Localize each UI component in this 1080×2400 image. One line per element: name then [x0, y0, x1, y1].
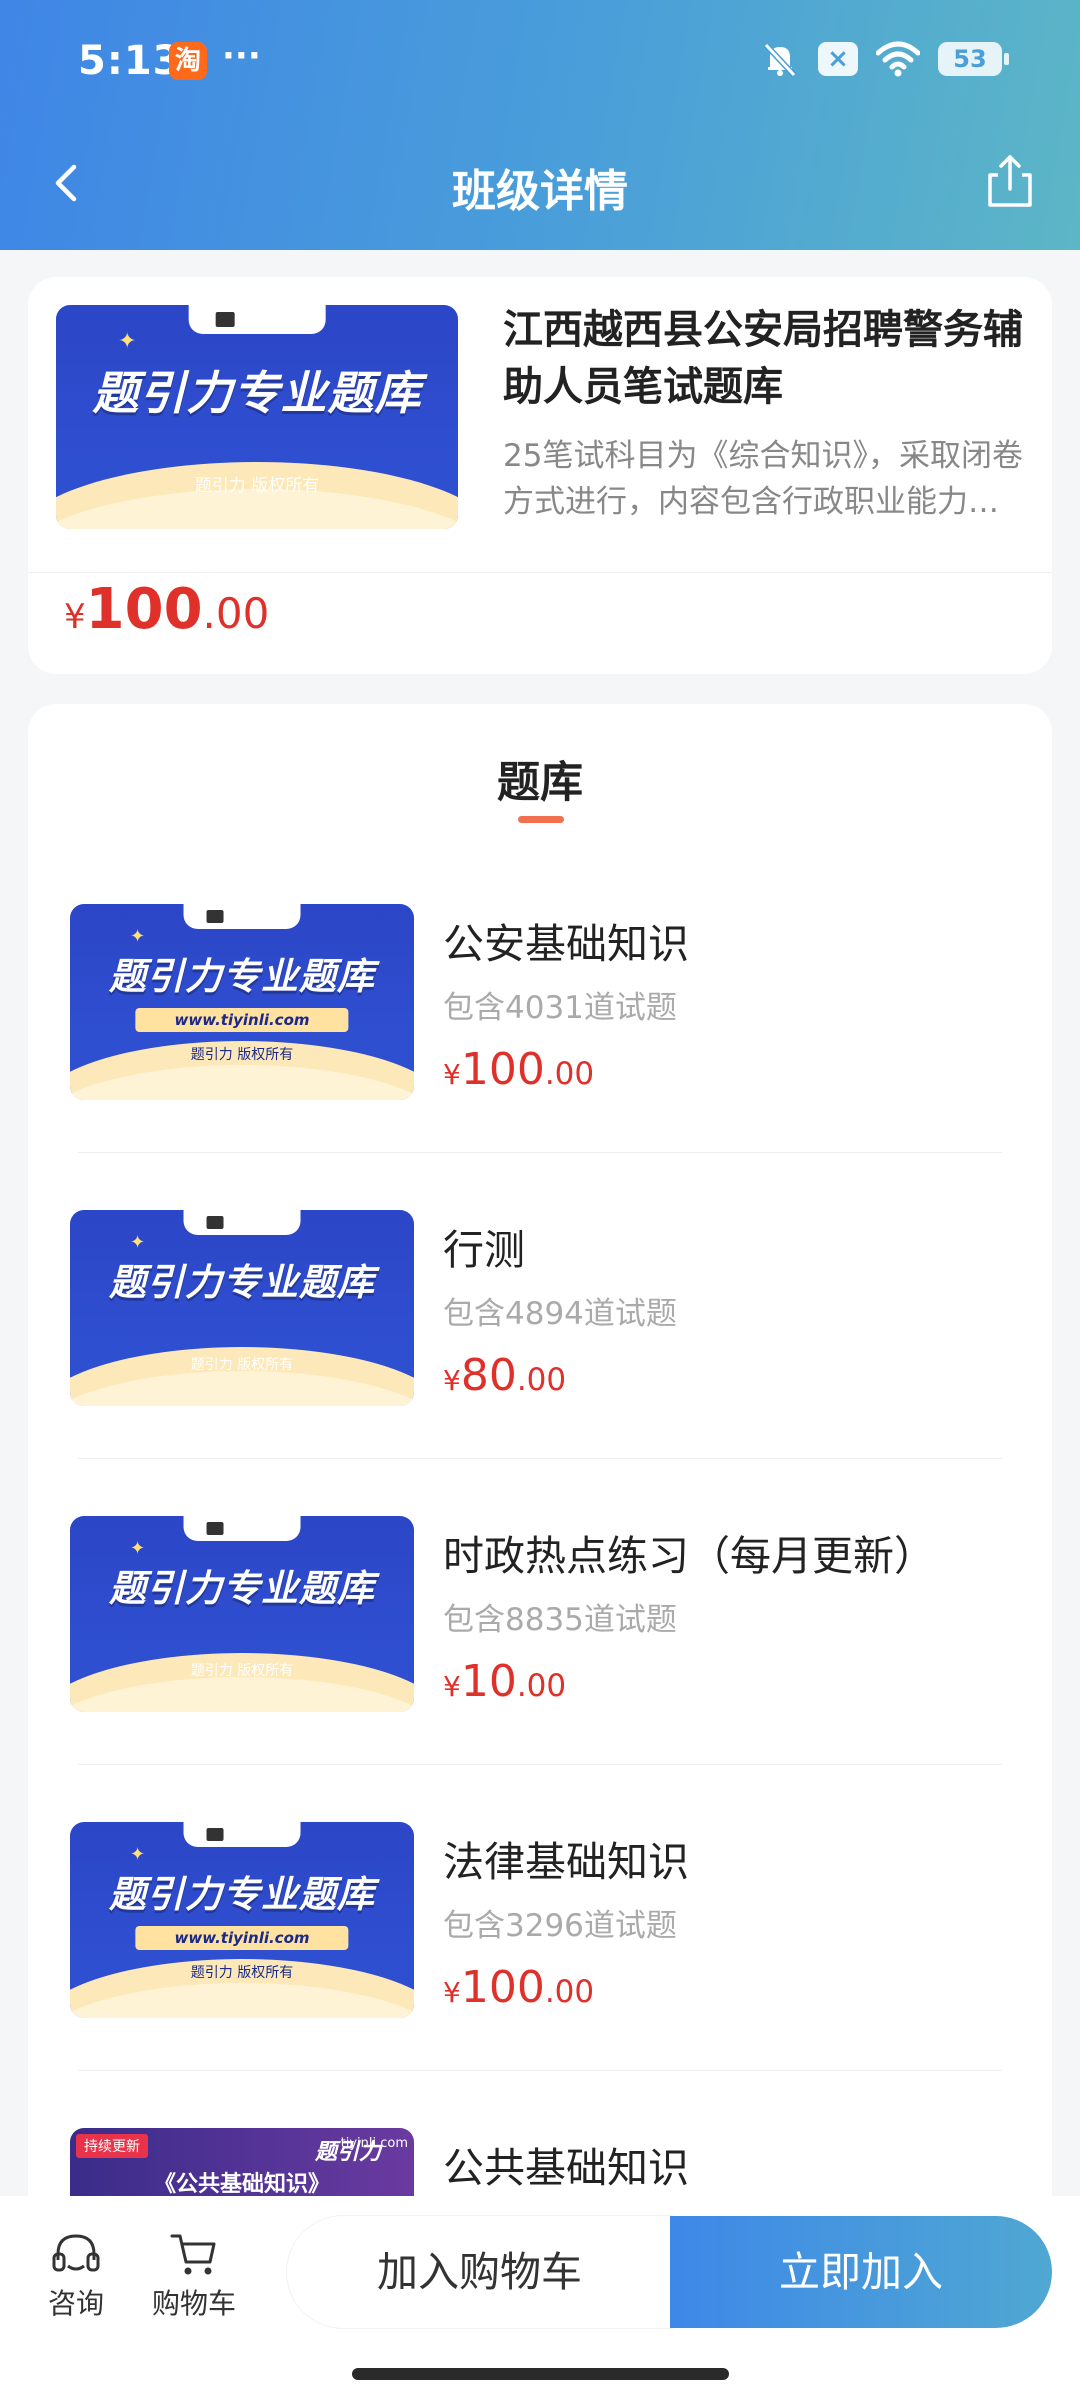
- banner-headline: 题引力专业题库: [109, 955, 375, 998]
- price-symbol: ¥: [443, 1670, 461, 1703]
- consult-label: 咨询: [47, 2287, 104, 2320]
- star-icon: ✦: [130, 1844, 146, 1865]
- banner-headline: 题引力专业题库: [109, 1261, 375, 1304]
- share-icon[interactable]: [978, 149, 1042, 213]
- banner-headline: 题引力专业题库: [92, 366, 422, 420]
- shopping-cart-icon: [170, 2234, 216, 2275]
- wifi-icon: [876, 41, 920, 77]
- close-badge-icon: ×: [818, 42, 858, 76]
- more-notifications-icon: ···: [222, 36, 261, 76]
- banner-url: tiyinli.com: [340, 2136, 408, 2151]
- divider: [78, 1764, 1002, 1765]
- course-description: 25笔试科目为《综合知识》，采取闭卷方式进行，内容包含行政职业能力测验、公安基础…: [503, 438, 1023, 520]
- item-name: 法律基础知识: [443, 1838, 689, 1886]
- banner-logo-tab: [183, 1210, 301, 1236]
- consult-button[interactable]: 咨询: [26, 2230, 126, 2322]
- item-count: 包含4031道试题: [443, 990, 677, 1026]
- item-cover-image: ✦ 题引力专业题库 www.tiyinli.com 题引力 版权所有: [70, 1822, 414, 2018]
- divider: [28, 572, 1052, 573]
- join-now-button[interactable]: 立即加入: [670, 2216, 1052, 2328]
- banner-logo-tab: [188, 305, 326, 335]
- price-decimal: .00: [516, 1668, 567, 1704]
- battery-icon: 53: [938, 42, 1009, 76]
- price-integer: 80: [460, 1350, 517, 1401]
- home-indicator[interactable]: [352, 2368, 729, 2380]
- banner-copyright: 题引力 版权所有: [194, 476, 320, 496]
- banner-copyright: 题引力 版权所有: [190, 1047, 294, 1063]
- banner-copyright: 题引力 版权所有: [190, 1357, 294, 1373]
- banner-headline: 题引力专业题库: [109, 1873, 375, 1916]
- question-bank-list: 题库 ✦ 题引力专业题库 www.tiyinli.com 题引力 版权所有 公安…: [28, 704, 1052, 2400]
- course-summary-card: ✦ 题引力专业题库 题引力 版权所有 江西越西县公安局招聘警务辅助人员笔试题库 …: [28, 277, 1052, 674]
- course-title: 江西越西县公安局招聘警务辅助人员笔试题库: [503, 307, 1023, 410]
- divider: [78, 2070, 1002, 2071]
- item-count: 包含3296道试题: [443, 1908, 677, 1944]
- banner-tag: 持续更新: [76, 2134, 148, 2158]
- item-price: ¥80.00: [443, 1350, 566, 1401]
- item-name: 公共基础知识: [443, 2144, 689, 2192]
- page-title: 班级详情: [452, 166, 628, 217]
- price-symbol: ¥: [443, 1058, 461, 1091]
- divider: [78, 1152, 1002, 1153]
- item-name: 公安基础知识: [443, 920, 689, 968]
- item-price: ¥100.00: [443, 1044, 594, 1095]
- price-decimal: .00: [544, 1974, 595, 2010]
- price-symbol: ¥: [443, 1364, 461, 1397]
- banner-logo-tab: [183, 1822, 301, 1848]
- banner-copyright: 题引力 版权所有: [190, 1663, 294, 1679]
- price-integer: 100: [460, 1044, 545, 1095]
- banner-logo-tab: [183, 904, 301, 930]
- list-item[interactable]: ✦ 题引力专业题库 题引力 版权所有 时政热点练习（每月更新） 包含8835道试…: [28, 1516, 1052, 1822]
- course-cover-image: ✦ 题引力专业题库 题引力 版权所有: [56, 305, 458, 529]
- bell-muted-icon: [763, 42, 797, 78]
- item-count: 包含8835道试题: [443, 1602, 677, 1638]
- add-to-cart-button[interactable]: 加入购物车: [287, 2216, 672, 2328]
- item-count: 包含4894道试题: [443, 1296, 677, 1332]
- status-icons: × 53: [760, 38, 1009, 80]
- status-bar: 5:13 淘 ··· × 53: [0, 0, 1080, 125]
- header: 5:13 淘 ··· × 53 班级详情: [0, 0, 1080, 250]
- banner-title: 《公共基础知识》: [153, 2172, 330, 2197]
- section-underline: [518, 816, 564, 823]
- nav-bar: 班级详情: [0, 125, 1080, 250]
- price-integer: 100: [460, 1962, 545, 2013]
- banner-url: www.tiyinli.com: [135, 1926, 349, 1950]
- price-decimal: .00: [544, 1056, 595, 1092]
- item-price: ¥10.00: [443, 1656, 566, 1707]
- price-symbol: ¥: [64, 597, 86, 637]
- item-cover-image: ✦ 题引力专业题库 www.tiyinli.com 题引力 版权所有: [70, 904, 414, 1100]
- star-icon: ✦: [130, 926, 146, 947]
- list-item[interactable]: ✦ 题引力专业题库 www.tiyinli.com 题引力 版权所有 公安基础知…: [28, 904, 1052, 1210]
- item-cover-image: ✦ 题引力专业题库 题引力 版权所有: [70, 1516, 414, 1712]
- status-time: 5:13: [78, 38, 182, 84]
- item-name: 行测: [443, 1226, 525, 1274]
- price-integer: 100: [85, 577, 203, 642]
- banner-url: www.tiyinli.com: [135, 1008, 349, 1032]
- headset-icon: [52, 2234, 100, 2272]
- price-decimal: .00: [202, 589, 270, 638]
- star-icon: ✦: [130, 1232, 146, 1253]
- star-icon: ✦: [130, 1538, 146, 1559]
- banner-headline: 题引力专业题库: [109, 1567, 375, 1610]
- cart-label: 购物车: [151, 2287, 236, 2320]
- item-price: ¥100.00: [443, 1962, 594, 2013]
- star-icon: ✦: [118, 329, 137, 354]
- price-decimal: .00: [516, 1362, 567, 1398]
- banner-logo-tab: [183, 1516, 301, 1542]
- course-price: ¥100.00: [64, 577, 269, 642]
- cart-button[interactable]: 购物车: [144, 2230, 244, 2322]
- item-cover-image: ✦ 题引力专业题库 题引力 版权所有: [70, 1210, 414, 1406]
- taobao-app-icon: 淘: [169, 42, 207, 80]
- price-integer: 10: [460, 1656, 517, 1707]
- banner-copyright: 题引力 版权所有: [190, 1965, 294, 1981]
- item-name: 时政热点练习（每月更新）: [443, 1532, 935, 1580]
- divider: [78, 1458, 1002, 1459]
- list-item[interactable]: ✦ 题引力专业题库 www.tiyinli.com 题引力 版权所有 法律基础知…: [28, 1822, 1052, 2128]
- list-item[interactable]: ✦ 题引力专业题库 题引力 版权所有 行测 包含4894道试题 ¥80.00: [28, 1210, 1052, 1516]
- section-title: 题库: [497, 758, 583, 808]
- price-symbol: ¥: [443, 1976, 461, 2009]
